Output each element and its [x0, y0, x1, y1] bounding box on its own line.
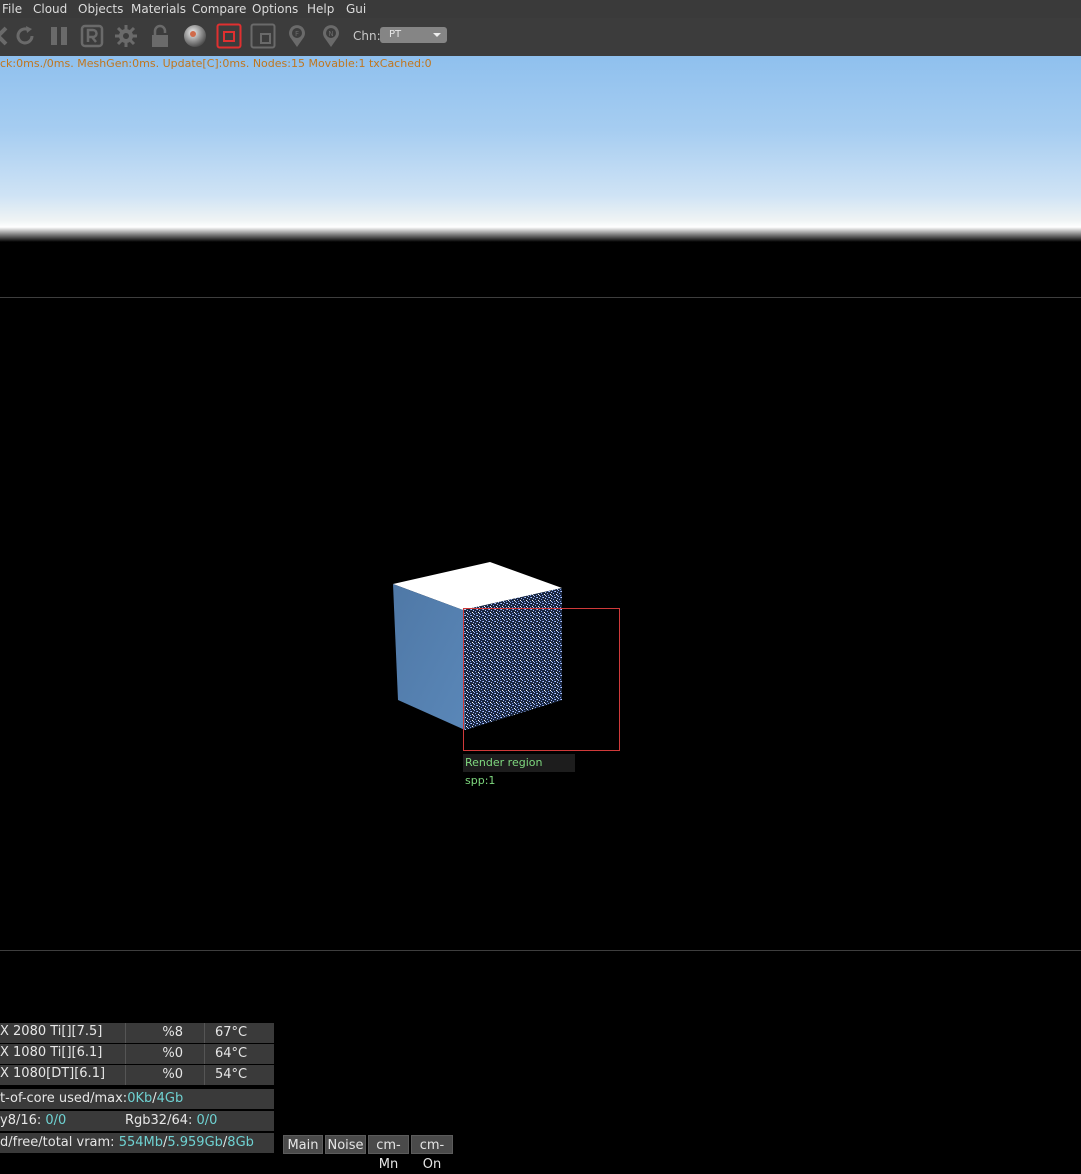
main-button[interactable]: Main [283, 1135, 323, 1154]
menu-materials[interactable]: Materials [131, 2, 186, 16]
menu-gui[interactable]: Gui [346, 2, 366, 16]
cm-on-button[interactable]: cm-On [411, 1135, 453, 1172]
gpu-usage: %0 [125, 1065, 203, 1085]
gpu-usage: %0 [125, 1044, 203, 1064]
out-of-core-max: 4Gb [156, 1091, 184, 1106]
noise-button[interactable]: Noise [325, 1135, 366, 1154]
gpu-row: X 2080 Ti[][7.5] %8 67°C [0, 1023, 274, 1043]
channel-select[interactable]: PT [380, 27, 447, 43]
gpu-name: X 1080[DT][6.1] [0, 1066, 106, 1081]
gpu-name: X 2080 Ti[][7.5] [0, 1024, 103, 1039]
stop-icon[interactable] [0, 24, 14, 48]
channel-label: Chn: [353, 29, 381, 43]
texture-value-1: 0/0 [45, 1113, 67, 1128]
texture-row: y8/16: 0/0 Rgb32/64: 0/0 [0, 1111, 274, 1131]
vram-free: 5.959Gb [167, 1135, 223, 1150]
viewport-divider-top [0, 297, 1081, 298]
region-frame-icon[interactable] [250, 23, 276, 49]
out-of-core-label: t-of-core used/max: [0, 1091, 128, 1106]
out-of-core-used: 0Kb [127, 1091, 153, 1106]
vram-total: 8Gb [227, 1135, 254, 1150]
out-of-core-row: t-of-core used/max:0Kb/4Gb [0, 1089, 274, 1109]
restart-icon[interactable] [13, 24, 37, 48]
vram-row: d/free/total vram: 554Mb/5.959Gb/8Gb [0, 1133, 274, 1153]
lock-icon[interactable] [148, 24, 172, 48]
gpu-name: X 1080 Ti[][6.1] [0, 1045, 103, 1060]
menu-file[interactable]: File [2, 2, 22, 16]
vram-label: d/free/total vram: [0, 1135, 119, 1150]
render-region-frame[interactable] [463, 608, 620, 751]
gpu-usage: %8 [125, 1023, 203, 1043]
vram-used: 554Mb [118, 1135, 163, 1150]
gpu-temp: 54°C [204, 1065, 274, 1085]
viewport-divider-bottom [0, 950, 1081, 951]
texture-label-1: y8/16: [0, 1113, 46, 1128]
texture-group-2: Rgb32/64: 0/0 [125, 1111, 217, 1131]
material-ball-icon[interactable] [183, 24, 207, 48]
cm-mn-button[interactable]: cm-Mn [368, 1135, 409, 1172]
menu-options[interactable]: Options [252, 2, 298, 16]
pin-f-icon[interactable]: F [285, 24, 309, 48]
menu-help[interactable]: Help [307, 2, 334, 16]
gpu-row: X 1080 Ti[][6.1] %0 64°C [0, 1044, 274, 1064]
render-region-icon[interactable] [216, 23, 242, 49]
menu-cloud[interactable]: Cloud [33, 2, 67, 16]
pin-n-icon[interactable]: N [319, 24, 343, 48]
gpu-temp: 64°C [204, 1044, 274, 1064]
gear-icon[interactable] [114, 24, 138, 48]
menu-bar: File Cloud Objects Materials Compare Opt… [0, 0, 1081, 18]
r-icon[interactable] [80, 24, 104, 48]
svg-text:F: F [295, 30, 299, 38]
menu-compare[interactable]: Compare [192, 2, 246, 16]
channel-value: PT [389, 29, 402, 40]
menu-objects[interactable]: Objects [78, 2, 123, 16]
svg-text:N: N [328, 30, 333, 38]
environment-sky [0, 56, 1081, 242]
texture-value-2: 0/0 [196, 1113, 218, 1128]
gpu-row: X 1080[DT][6.1] %0 54°C [0, 1065, 274, 1085]
chevron-down-icon [433, 33, 441, 37]
render-stats: ck:0ms./0ms. MeshGen:0ms. Update[C]:0ms.… [0, 57, 432, 70]
gpu-temp: 67°C [204, 1023, 274, 1043]
toolbar: F N Chn: PT [0, 18, 1081, 56]
texture-label-2: Rgb32/64: [125, 1113, 197, 1128]
render-region-label: Render region spp:1 [463, 754, 575, 787]
pause-icon[interactable] [47, 24, 71, 48]
